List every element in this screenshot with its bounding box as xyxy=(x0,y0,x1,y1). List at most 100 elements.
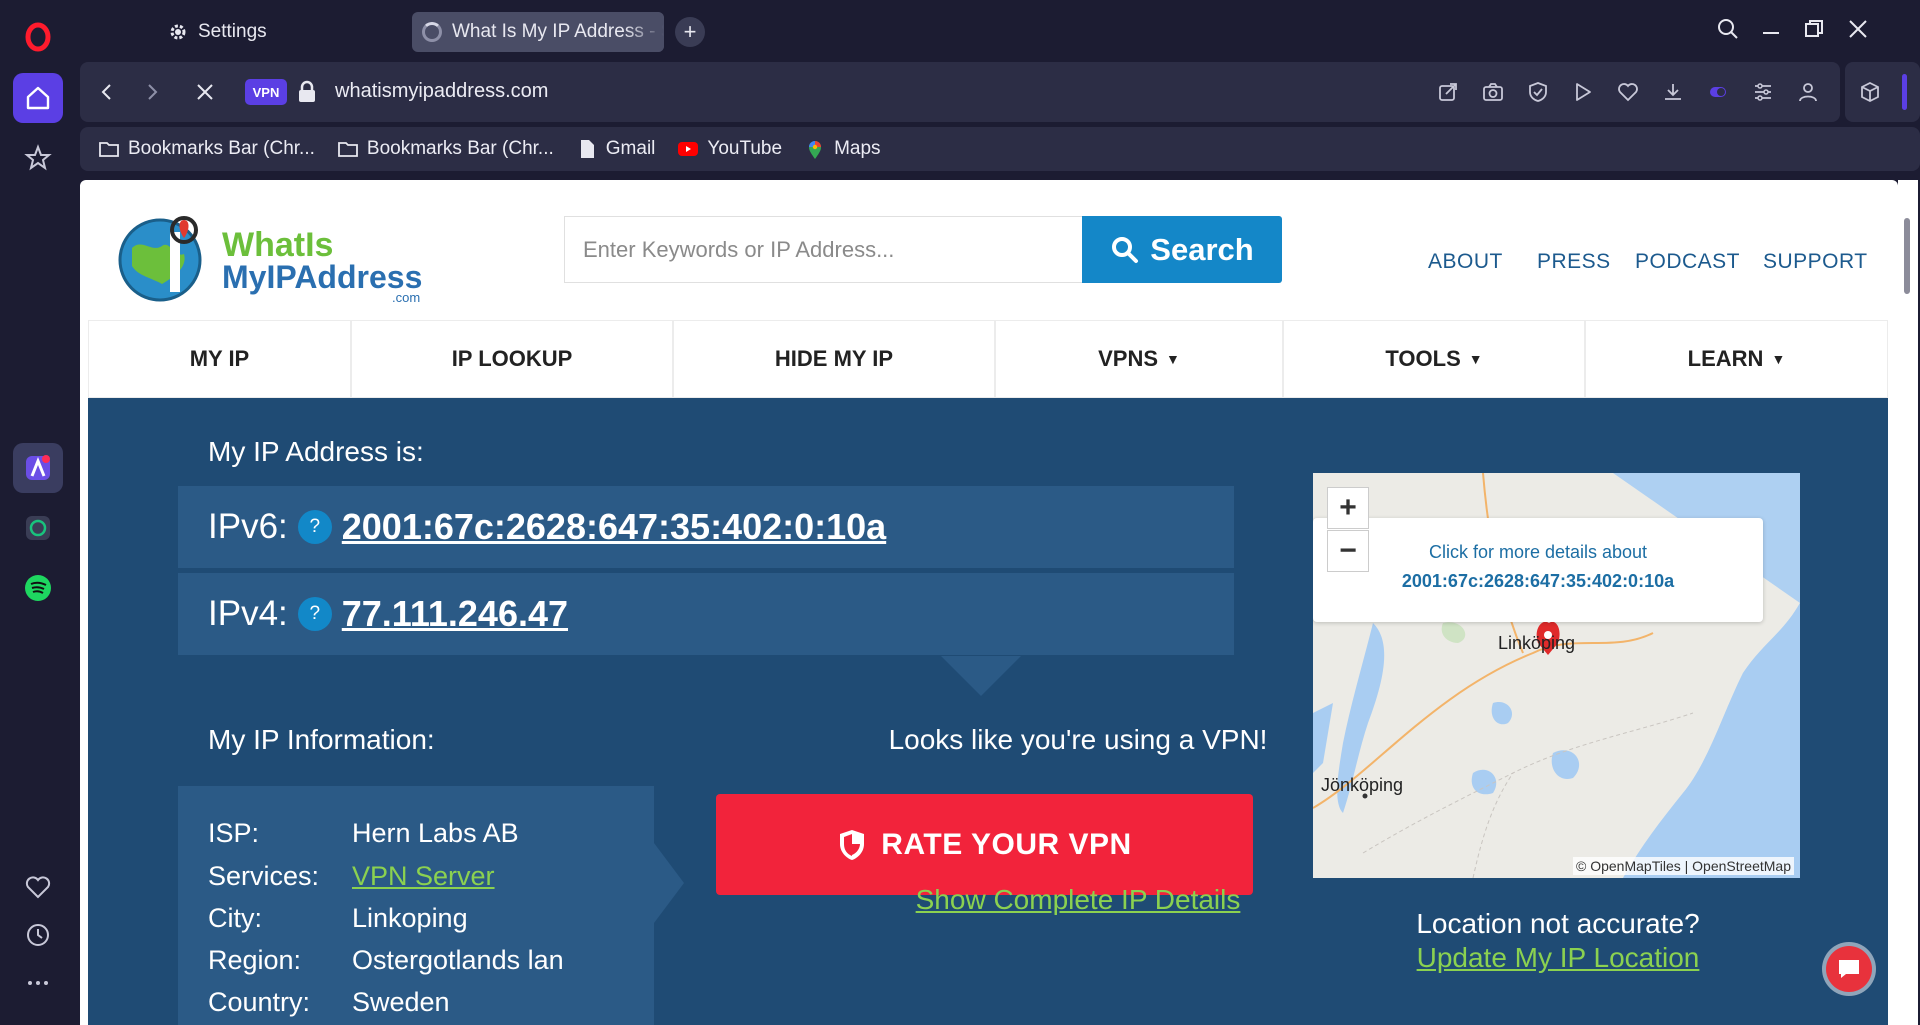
heart-icon[interactable] xyxy=(13,862,63,912)
tab-search-icon[interactable] xyxy=(1713,14,1743,44)
maps-pin-icon xyxy=(809,141,822,159)
ipv6-label: IPv6: xyxy=(208,507,288,546)
nav-learn[interactable]: LEARN ▼ xyxy=(1585,320,1888,398)
callout-pointer xyxy=(941,656,1021,696)
vpn-badge[interactable]: VPN xyxy=(245,79,287,105)
battery-saver-icon[interactable] xyxy=(1705,79,1731,105)
nav-hide-my-ip[interactable]: HIDE MY IP xyxy=(673,320,995,398)
history-clock-icon[interactable] xyxy=(13,910,63,960)
ipv4-address-link[interactable]: 77.111.246.47 xyxy=(342,593,568,635)
ipv4-row: IPv4: ? 77.111.246.47 xyxy=(178,573,1234,655)
main-nav: MY IP IP LOOKUP HIDE MY IP VPNS ▼ TOOLS ▼ … xyxy=(88,320,1888,398)
lock-icon[interactable] xyxy=(296,80,318,104)
bookmark-folder-1[interactable]: Bookmarks Bar (Chr... xyxy=(98,138,315,160)
gear-icon xyxy=(170,24,186,40)
restore-icon[interactable] xyxy=(1799,14,1829,44)
tab-whatismyip[interactable]: What Is My IP Address - S xyxy=(412,12,664,52)
adblock-shield-icon[interactable] xyxy=(1525,79,1551,105)
location-map[interactable]: Click for more details about 2001:67c:26… xyxy=(1313,473,1800,878)
info-country: Country: Sweden xyxy=(208,987,450,1017)
map-city-linkoping: Linköping xyxy=(1498,633,1576,653)
map-popup[interactable]: Click for more details about 2001:67c:26… xyxy=(1313,518,1763,622)
youtube-icon xyxy=(678,142,699,156)
info-region: Region: Ostergotlands lan xyxy=(208,945,564,975)
page-icon xyxy=(580,140,594,158)
player-play-icon[interactable] xyxy=(1570,79,1596,105)
more-icon[interactable] xyxy=(13,958,63,1008)
folder-icon xyxy=(337,142,358,157)
podcast-link[interactable]: PODCAST xyxy=(1635,250,1740,274)
popup-ip-link[interactable]: 2001:67c:2628:647:35:402:0:10a xyxy=(1313,571,1763,592)
spotify-icon[interactable] xyxy=(13,563,63,613)
map-attribution[interactable]: © OpenMapTiles | OpenStreetMap xyxy=(1573,857,1794,875)
popup-text: Click for more details about xyxy=(1428,542,1648,562)
chat-widget-button[interactable] xyxy=(1826,946,1872,992)
web-page: WhatIs MyIPAddress .com Enter Keywords o… xyxy=(80,180,1898,1025)
chatgpt-icon[interactable] xyxy=(13,503,63,553)
vpn-server-link[interactable]: VPN Server xyxy=(352,861,495,891)
press-link[interactable]: PRESS xyxy=(1537,250,1611,274)
home-icon[interactable] xyxy=(13,73,63,123)
nav-vpns[interactable]: VPNS ▼ xyxy=(995,320,1283,398)
back-icon[interactable] xyxy=(92,77,122,107)
share-icon[interactable] xyxy=(1435,79,1461,105)
page-scrollbar[interactable] xyxy=(1898,180,1918,1025)
info-services: Services: VPN Server xyxy=(208,861,495,891)
info-isp: ISP: Hern Labs AB xyxy=(208,818,519,848)
zoom-out-button[interactable]: − xyxy=(1327,530,1369,572)
bookmark-folder-2[interactable]: Bookmarks Bar (Chr... xyxy=(337,138,554,160)
download-icon[interactable] xyxy=(1660,79,1686,105)
sidebar-indicator xyxy=(1902,74,1907,110)
map-city-jonkoping: Jönköping xyxy=(1321,775,1404,795)
ip-heading: My IP Address is: xyxy=(208,436,424,467)
address-bar: VPN whatismyipaddress.com xyxy=(80,62,1840,122)
forward-icon[interactable] xyxy=(137,77,167,107)
speed-dial-star-icon[interactable] xyxy=(13,133,63,183)
about-link[interactable]: ABOUT xyxy=(1428,250,1503,274)
ipv6-address-link[interactable]: 2001:67c:2628:647:35:402:0:10a xyxy=(342,506,886,548)
chat-bubble-icon xyxy=(1839,960,1859,978)
scrollbar-thumb[interactable] xyxy=(1904,218,1910,294)
rate-your-vpn-button[interactable]: RATE YOUR VPN xyxy=(716,794,1253,895)
location-not-accurate-text: Location not accurate? xyxy=(1416,908,1700,939)
site-search-input[interactable]: Enter Keywords or IP Address... xyxy=(564,216,1084,283)
search-button[interactable]: Search xyxy=(1082,216,1282,283)
dropdown-caret-icon: ▼ xyxy=(1166,351,1180,367)
tab-settings[interactable]: Settings xyxy=(168,12,408,52)
extensions-area xyxy=(1845,62,1920,122)
info-arrow xyxy=(654,843,684,923)
bookmark-heart-icon[interactable] xyxy=(1615,79,1641,105)
ipv4-label: IPv4: xyxy=(208,594,288,633)
easy-setup-icon[interactable] xyxy=(1750,79,1776,105)
ipv6-help-button[interactable]: ? xyxy=(297,510,332,544)
shield-icon xyxy=(840,829,865,860)
aria-ai-icon[interactable] xyxy=(13,443,63,493)
minimize-icon[interactable] xyxy=(1756,14,1786,44)
tab-strip: Settings What Is My IP Address - S + xyxy=(80,0,1920,58)
update-ip-location-link[interactable]: Update My IP Location xyxy=(1288,942,1828,974)
zoom-in-button[interactable]: + xyxy=(1327,487,1369,529)
tab-label: Settings xyxy=(198,21,267,42)
nav-my-ip[interactable]: MY IP xyxy=(88,320,351,398)
dropdown-caret-icon: ▼ xyxy=(1468,351,1483,367)
nav-ip-lookup[interactable]: IP LOOKUP xyxy=(351,320,673,398)
dropdown-caret-icon: ▼ xyxy=(1771,351,1786,367)
snapshot-camera-icon[interactable] xyxy=(1480,79,1506,105)
url-field[interactable]: whatismyipaddress.com xyxy=(335,80,548,103)
search-icon xyxy=(1112,236,1139,263)
bookmark-maps[interactable]: Maps xyxy=(804,138,881,160)
ipv4-help-button[interactable]: ? xyxy=(297,597,332,631)
bookmark-gmail[interactable]: Gmail xyxy=(576,138,655,160)
site-logo[interactable]: WhatIs MyIPAddress .com xyxy=(112,208,432,308)
stop-loading-icon[interactable] xyxy=(190,77,220,107)
profile-icon[interactable] xyxy=(1795,79,1821,105)
ip-info-heading: My IP Information: xyxy=(208,724,435,755)
close-icon[interactable] xyxy=(1843,14,1873,44)
bookmark-youtube[interactable]: YouTube xyxy=(677,138,782,160)
opera-logo-icon[interactable] xyxy=(13,12,63,62)
bookmarks-bar: Bookmarks Bar (Chr... Bookmarks Bar (Chr… xyxy=(80,127,1920,171)
support-link[interactable]: SUPPORT xyxy=(1763,250,1868,274)
extensions-cube-icon[interactable] xyxy=(1857,79,1883,105)
nav-tools[interactable]: TOOLS ▼ xyxy=(1283,320,1585,398)
new-tab-button[interactable]: + xyxy=(675,17,705,47)
